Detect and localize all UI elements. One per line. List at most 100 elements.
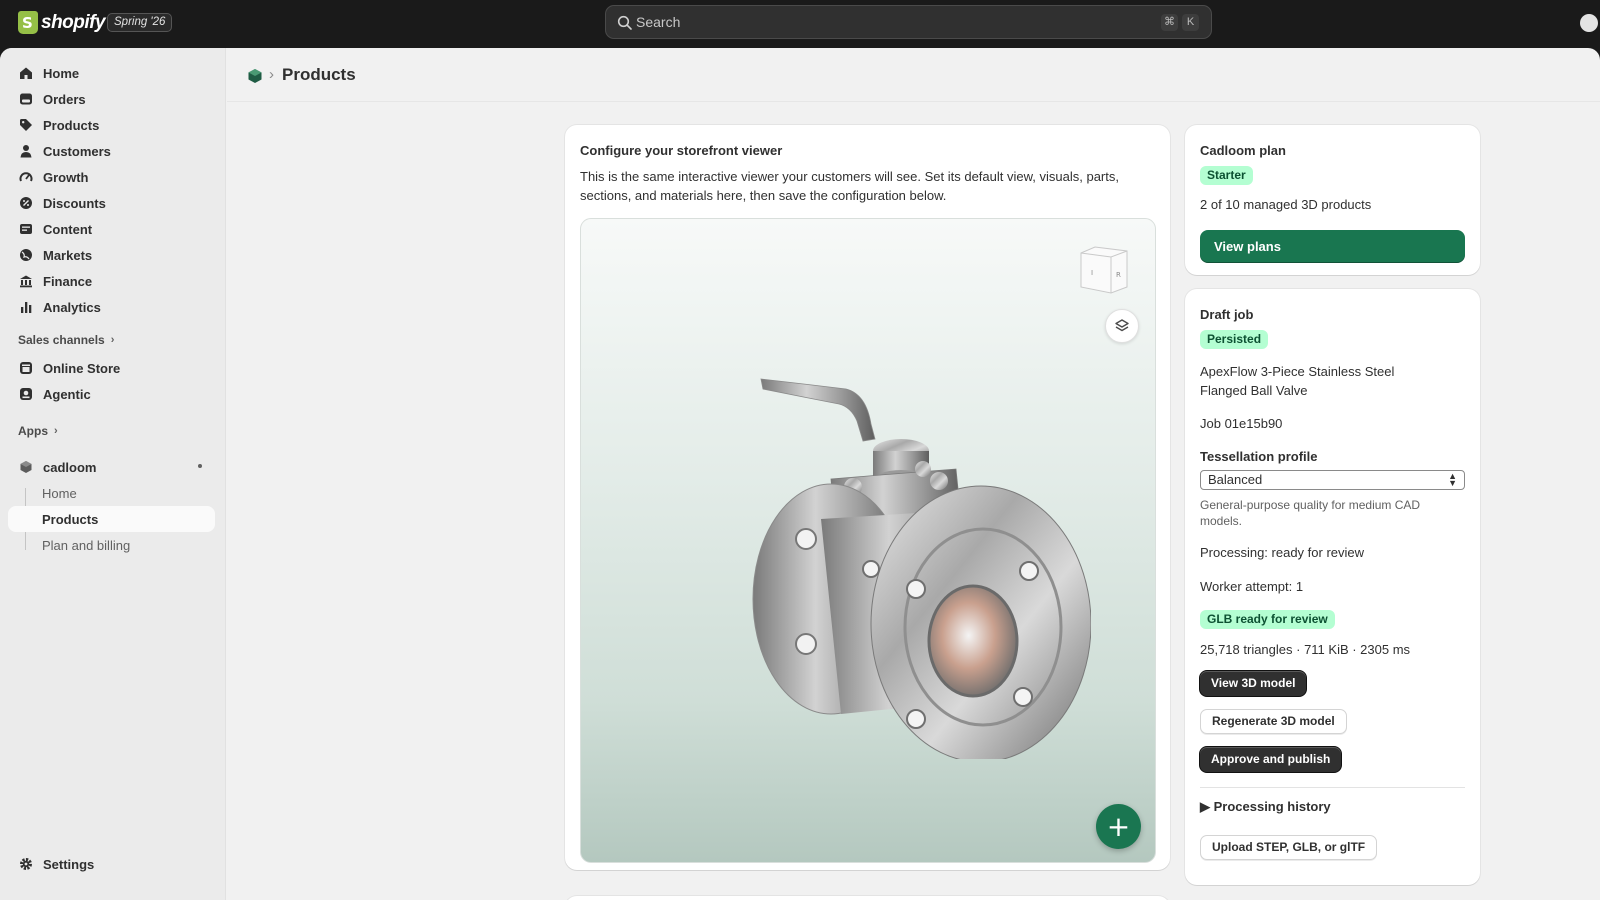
view-plans-button[interactable]: View plans xyxy=(1200,230,1465,263)
apps-section[interactable]: Apps › xyxy=(18,424,58,438)
sidebar-item-orders[interactable]: Orders xyxy=(8,86,215,112)
view-3d-model-button[interactable]: View 3D model xyxy=(1200,671,1307,696)
sidebar-item-settings[interactable]: Settings xyxy=(8,851,215,877)
viewer-card-title: Configure your storefront viewer xyxy=(580,143,783,158)
sidebar-item-label: cadloom xyxy=(43,459,97,475)
regenerate-3d-model-button[interactable]: Regenerate 3D model xyxy=(1200,709,1347,734)
orders-icon xyxy=(18,91,34,107)
bank-icon xyxy=(18,273,34,289)
more-dot-icon[interactable] xyxy=(198,464,202,468)
divider xyxy=(1200,787,1465,788)
admin-app: Home Orders Products Customers Growth Di… xyxy=(0,48,1600,900)
sidebar-item-label: Discounts xyxy=(43,195,106,211)
shopify-logo[interactable]: shopify xyxy=(18,11,106,34)
sidebar-item-label: Online Store xyxy=(43,360,121,376)
breadcrumb-separator: › xyxy=(269,66,274,83)
sidebar-item-finance[interactable]: Finance xyxy=(8,268,215,294)
tessellation-selected-value: Balanced xyxy=(1208,472,1263,487)
tessellation-label: Tessellation profile xyxy=(1200,449,1318,464)
agent-icon xyxy=(18,386,34,402)
shopify-bag-icon xyxy=(18,11,38,34)
sidebar-item-cadloom[interactable]: cadloom xyxy=(8,454,215,480)
sidebar-item-label: Agentic xyxy=(43,386,91,402)
view-cube-right-label: R xyxy=(1116,271,1121,279)
glb-status-badge: GLB ready for review xyxy=(1200,610,1335,629)
search-bar[interactable]: ⌘ K xyxy=(605,5,1212,39)
sidebar-item-discounts[interactable]: Discounts xyxy=(8,190,215,216)
sidebar-item-label: Markets xyxy=(43,247,93,263)
sidebar-item-analytics[interactable]: Analytics xyxy=(8,294,215,320)
app-subitem-products[interactable]: Products xyxy=(8,506,215,532)
sidebar-item-label: Home xyxy=(43,65,80,81)
plan-card: Cadloom plan Starter 2 of 10 managed 3D … xyxy=(1185,125,1480,275)
sales-channels-label: Sales channels xyxy=(18,333,105,347)
sidebar-item-home[interactable]: Home xyxy=(8,60,215,86)
page-title: Products xyxy=(282,65,356,84)
apps-label: Apps xyxy=(18,424,48,438)
sidebar-item-label: Orders xyxy=(43,91,86,107)
person-icon xyxy=(18,143,34,159)
app-subitem-home[interactable]: Home xyxy=(8,480,215,506)
sidebar-item-label: Finance xyxy=(43,273,93,289)
job-status-badge: Persisted xyxy=(1200,330,1269,349)
viewer-description: This is the same interactive viewer your… xyxy=(580,169,1119,203)
shortcut-cmd-key: ⌘ xyxy=(1161,14,1178,31)
approve-publish-button[interactable]: Approve and publish xyxy=(1200,747,1342,772)
home-icon xyxy=(18,65,34,81)
add-fab-button[interactable]: + xyxy=(1096,804,1141,849)
shortcut-k-key: K xyxy=(1182,14,1199,31)
version-badge: Spring '26 xyxy=(107,13,173,32)
sidebar-item-growth[interactable]: Growth xyxy=(8,164,215,190)
draft-job-card: Draft job Persisted ApexFlow 3-Piece Sta… xyxy=(1185,289,1480,885)
sidebar-item-markets[interactable]: Markets xyxy=(8,242,215,268)
account-icon[interactable] xyxy=(1580,14,1598,32)
processing-status: Processing: ready for review xyxy=(1200,545,1365,560)
store-icon xyxy=(18,360,34,376)
layers-icon xyxy=(1115,319,1129,332)
plan-usage: 2 of 10 managed 3D products xyxy=(1200,197,1372,212)
cadloom-app-icon xyxy=(18,459,34,475)
sidebar-item-label: Analytics xyxy=(43,299,101,315)
content-icon xyxy=(18,221,34,237)
worker-attempt: Worker attempt: 1 xyxy=(1200,579,1304,594)
layers-button[interactable] xyxy=(1105,309,1139,343)
view-cube-left-label: I xyxy=(1091,269,1093,277)
top-bar: shopify Spring '26 ⌘ K xyxy=(0,0,1600,48)
sidebar-item-label: Settings xyxy=(43,856,95,872)
sidebar-item-label: Products xyxy=(43,117,100,133)
sales-channels-section[interactable]: Sales channels › xyxy=(18,333,114,347)
bar-chart-icon xyxy=(18,299,34,315)
upload-model-button[interactable]: Upload STEP, GLB, or glTF xyxy=(1200,835,1378,860)
job-id: Job 01e15b90 xyxy=(1200,416,1283,431)
next-card-edge xyxy=(565,896,1170,900)
plan-badge: Starter xyxy=(1200,166,1253,185)
sidebar: Home Orders Products Customers Growth Di… xyxy=(0,48,226,900)
chevron-right-icon: › xyxy=(54,425,58,437)
view-cube[interactable]: I R xyxy=(1075,243,1131,297)
app-subitem-plan-billing[interactable]: Plan and billing xyxy=(8,532,215,558)
sidebar-item-label: Growth xyxy=(43,169,89,185)
product-name: ApexFlow 3-Piece Stainless Steel Flanged… xyxy=(1200,364,1395,398)
plan-card-title: Cadloom plan xyxy=(1200,143,1286,158)
viewer-card: Configure your storefront viewer This is… xyxy=(565,125,1170,870)
discount-icon xyxy=(18,195,34,211)
gauge-icon xyxy=(18,169,34,185)
sidebar-item-content[interactable]: Content xyxy=(8,216,215,242)
search-icon xyxy=(617,15,632,30)
search-input[interactable] xyxy=(636,6,1116,38)
globe-icon xyxy=(18,247,34,263)
3d-viewport[interactable]: I R + xyxy=(580,218,1156,863)
sidebar-item-products[interactable]: Products xyxy=(8,112,215,138)
cadloom-breadcrumb-icon[interactable] xyxy=(247,68,263,84)
brand-name: shopify xyxy=(41,11,106,33)
tessellation-select[interactable]: Balanced ▲ ▼ xyxy=(1200,470,1465,490)
ball-valve-model[interactable] xyxy=(751,369,1091,759)
tag-icon xyxy=(18,117,34,133)
chevron-right-icon: › xyxy=(110,334,115,346)
sidebar-item-agentic[interactable]: Agentic xyxy=(8,381,215,407)
processing-history-toggle[interactable]: ▶ Processing history xyxy=(1200,799,1331,815)
tessellation-help: General-purpose quality for medium CAD m… xyxy=(1200,498,1421,528)
sidebar-item-customers[interactable]: Customers xyxy=(8,138,215,164)
draft-job-title: Draft job xyxy=(1200,307,1254,322)
sidebar-item-online-store[interactable]: Online Store xyxy=(8,355,215,381)
